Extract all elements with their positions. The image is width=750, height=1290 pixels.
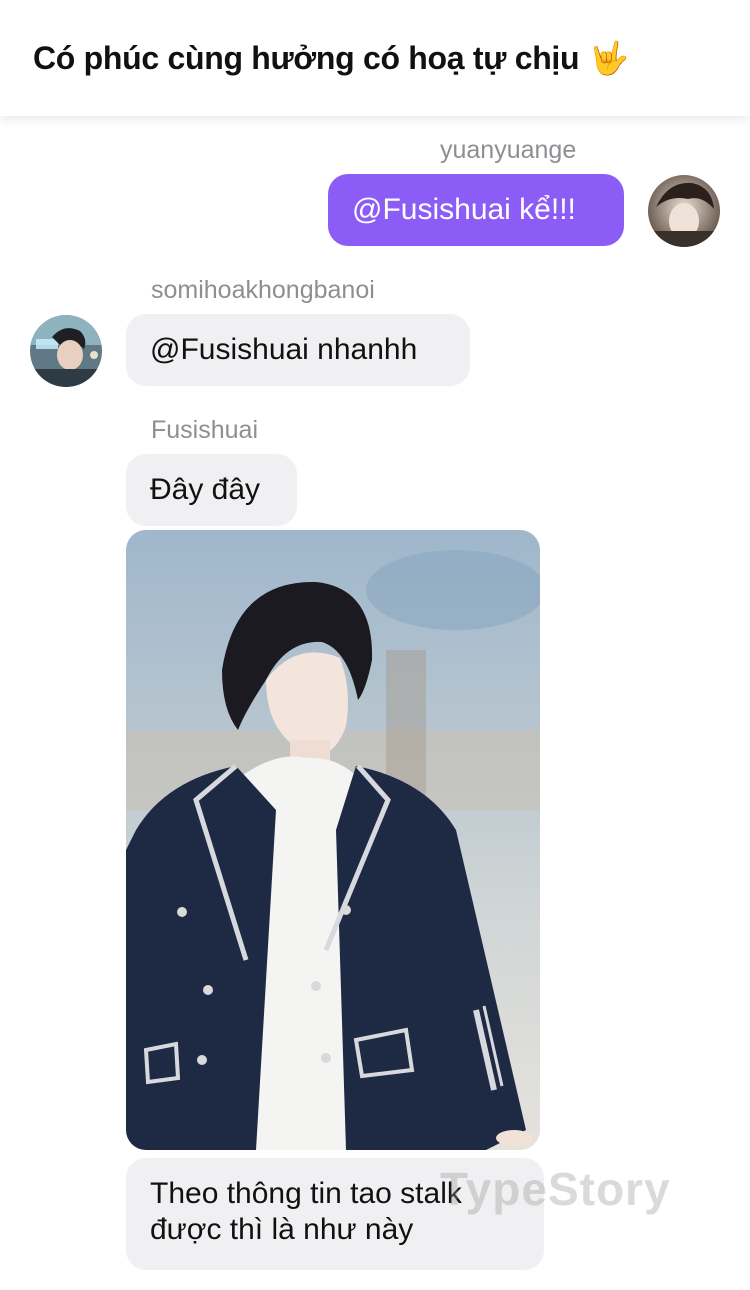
sender-name: yuanyuange	[440, 136, 577, 164]
message-text: Đây đây	[150, 473, 261, 506]
message-text: @Fusishuai nhanhh	[150, 333, 418, 366]
avatar-image	[30, 315, 102, 387]
avatar-somihoakhongbanoi[interactable]	[30, 315, 102, 387]
message-text: @Fusishuai kể!!!	[352, 193, 576, 226]
chat-title: Có phúc cùng hưởng có hoạ tự chịu	[33, 39, 580, 76]
avatar-yuanyuange[interactable]	[648, 175, 720, 247]
incoming-message-bubble[interactable]: Đây đây	[126, 454, 297, 526]
outgoing-message-bubble[interactable]: @Fusishuai kể!!!	[328, 174, 624, 246]
incoming-message-bubble[interactable]: @Fusishuai nhanhh	[126, 314, 470, 386]
message-photo[interactable]	[126, 530, 540, 1150]
chat-header: Có phúc cùng hưởng có hoạ tự chịu 🤟	[0, 0, 750, 116]
message-text-line: được thì là như này	[150, 1213, 414, 1246]
sender-name: Fusishuai	[151, 416, 258, 444]
sender-name: somihoakhongbanoi	[151, 276, 375, 304]
rock-hand-emoji-icon: 🤟	[589, 40, 630, 76]
photo-image	[126, 530, 540, 1150]
avatar-image	[648, 175, 720, 247]
app-watermark: TypeStory	[440, 1163, 671, 1215]
